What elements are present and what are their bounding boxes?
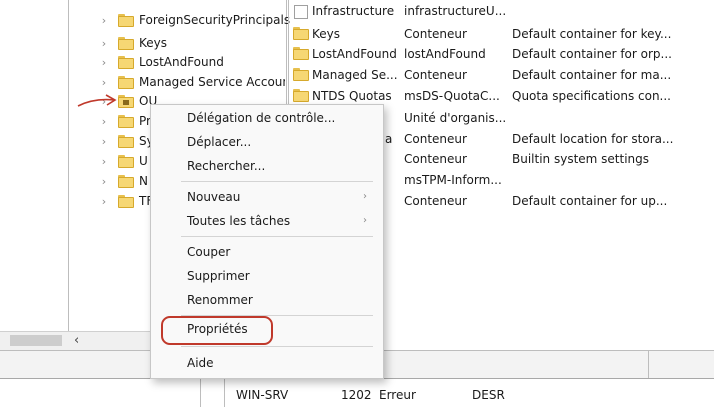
folder-icon (118, 135, 134, 148)
menu-item-find[interactable]: Rechercher... (187, 159, 265, 173)
scroll-left-arrow-icon[interactable]: ‹ (74, 333, 79, 348)
folder-icon (293, 89, 309, 102)
submenu-arrow-icon: › (363, 215, 367, 226)
menu-item-delete[interactable]: Supprimer (187, 269, 250, 283)
folder-icon (118, 14, 134, 27)
generic-object-icon (294, 5, 308, 19)
menu-item-new[interactable]: Nouveau (187, 190, 240, 204)
menu-item-move[interactable]: Déplacer... (187, 135, 251, 149)
chevron-right-icon[interactable]: › (99, 115, 109, 128)
event-list-column-separator (200, 378, 201, 407)
folder-icon (293, 27, 309, 40)
folder-icon (118, 175, 134, 188)
properties-highlight-annotation (161, 316, 273, 345)
event-list-column-separator (224, 378, 225, 407)
event-source: DESR (472, 388, 505, 402)
list-item-description: Default container for orp... (512, 47, 672, 61)
event-code: 1202 (341, 388, 372, 402)
event-level: Erreur (379, 388, 416, 402)
chevron-right-icon[interactable]: › (99, 195, 109, 208)
list-item-type: Conteneur (404, 68, 467, 82)
chevron-right-icon[interactable]: › (99, 37, 109, 50)
list-item-type: msTPM-Inform... (404, 173, 502, 187)
list-item-name: a (385, 132, 393, 146)
red-arrow-annotation (77, 94, 117, 107)
submenu-arrow-icon: › (363, 191, 367, 202)
tree-item-label: Managed Service Accoun (139, 75, 285, 89)
list-item-type: Conteneur (404, 27, 467, 41)
folder-icon (118, 115, 134, 128)
folder-icon (118, 155, 134, 168)
menu-separator (181, 181, 373, 182)
chevron-right-icon[interactable]: › (99, 135, 109, 148)
menu-item-delegation[interactable]: Délégation de contrôle... (187, 111, 335, 125)
list-item-name: NTDS Quotas (312, 89, 392, 103)
menu-item-cut[interactable]: Couper (187, 245, 230, 259)
list-item-type: Conteneur (404, 152, 467, 166)
list-item-description: Quota specifications con... (512, 89, 671, 103)
list-item-description: Default container for ma... (512, 68, 672, 82)
scrollbar-thumb[interactable] (10, 335, 62, 346)
folder-icon (118, 56, 134, 69)
menu-item-rename[interactable]: Renommer (187, 293, 253, 307)
folder-icon (118, 76, 134, 89)
folder-icon (118, 37, 134, 50)
list-item-type: Conteneur (404, 132, 467, 146)
menu-separator (181, 236, 373, 237)
menu-separator (181, 346, 373, 347)
tree-item-label: U (139, 154, 148, 168)
tree-item-label: ForeignSecurityPrincipals (139, 13, 291, 27)
tree-item-label: Keys (139, 36, 168, 50)
chevron-right-icon[interactable]: › (99, 155, 109, 168)
status-separator (648, 351, 649, 378)
list-item-name: Keys (312, 27, 341, 41)
folder-icon (293, 68, 309, 81)
chevron-right-icon[interactable]: › (99, 14, 109, 27)
chevron-right-icon[interactable]: › (99, 175, 109, 188)
chevron-right-icon[interactable]: › (99, 76, 109, 89)
chevron-right-icon[interactable]: › (99, 56, 109, 69)
list-item-name: Infrastructure (312, 4, 395, 18)
tree-item-label: LostAndFound (139, 55, 224, 69)
list-item-description: Builtin system settings (512, 152, 650, 166)
list-item-description: Default location for stora... (512, 132, 674, 146)
tree-item-label: N (139, 174, 148, 188)
list-item-type: lostAndFound (404, 47, 486, 61)
list-item-name: LostAndFound (312, 47, 397, 61)
folder-icon (293, 47, 309, 60)
tree-left-border (68, 0, 69, 378)
event-server: WIN-SRV (236, 388, 289, 402)
list-item-type: Unité d'organis... (404, 111, 507, 125)
list-item-type: msDS-QuotaC... (404, 89, 500, 103)
list-item-name: Managed Se... (312, 68, 398, 82)
folder-icon (118, 195, 134, 208)
list-item-description: Default container for key... (512, 27, 672, 41)
organizational-unit-icon (118, 95, 134, 108)
list-item-type: Conteneur (404, 194, 467, 208)
list-item-type: infrastructureU... (404, 4, 507, 18)
menu-item-all-tasks[interactable]: Toutes les tâches (187, 214, 290, 228)
list-item-description: Default container for up... (512, 194, 668, 208)
menu-item-help[interactable]: Aide (187, 356, 214, 370)
